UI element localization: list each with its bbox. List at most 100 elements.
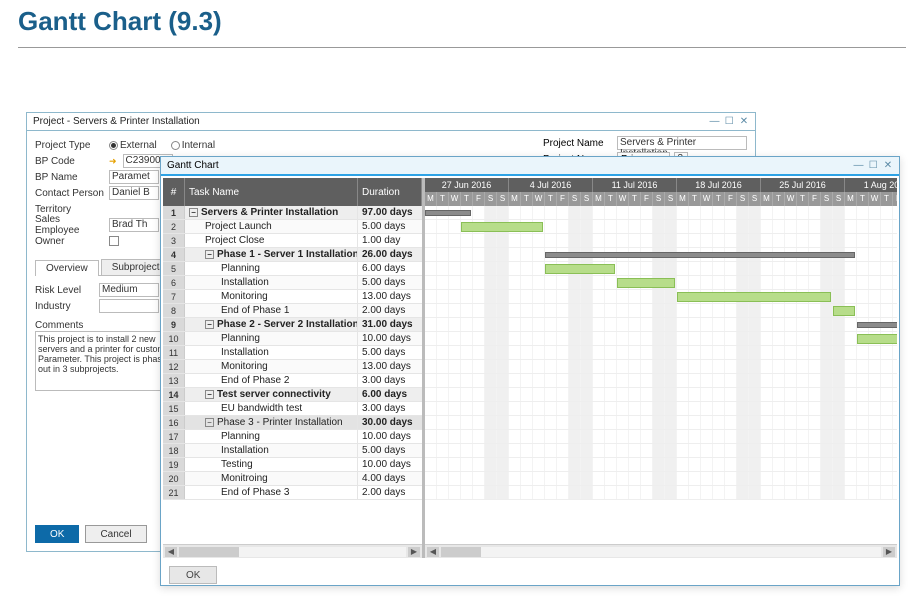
task-number: 4 [163, 248, 185, 261]
gantt-ok-button[interactable]: OK [169, 566, 217, 584]
task-row[interactable]: 12Monitoring13.00 days [163, 360, 422, 374]
owner-label: Owner [35, 236, 105, 247]
task-row[interactable]: 3Project Close1.00 day [163, 234, 422, 248]
scroll-left-icon[interactable]: ◀ [427, 547, 439, 557]
timeline-h-scrollbar[interactable]: ◀ ▶ [425, 544, 897, 558]
task-row[interactable]: 1−Servers & Printer Installation97.00 da… [163, 206, 422, 220]
day-header: W [449, 192, 461, 206]
task-number: 13 [163, 374, 185, 387]
internal-radio[interactable]: Internal [171, 140, 215, 151]
industry-input[interactable] [99, 299, 159, 313]
contact-person-input[interactable]: Daniel B [109, 186, 159, 200]
task-row[interactable]: 18Installation5.00 days [163, 444, 422, 458]
day-header: W [869, 192, 881, 206]
close-icon[interactable]: ✕ [739, 117, 749, 127]
cancel-button[interactable]: Cancel [85, 525, 146, 543]
task-number: 18 [163, 444, 185, 457]
task-number: 12 [163, 360, 185, 373]
day-header: T [773, 192, 785, 206]
task-row[interactable]: 21End of Phase 32.00 days [163, 486, 422, 500]
scroll-right-icon[interactable]: ▶ [883, 547, 895, 557]
task-duration-cell: 97.00 days [358, 206, 422, 219]
task-row[interactable]: 8End of Phase 12.00 days [163, 304, 422, 318]
task-number: 1 [163, 206, 185, 219]
collapse-icon[interactable]: − [205, 418, 214, 427]
task-name-cell: −Phase 1 - Server 1 Installation [185, 248, 358, 261]
day-header: W [533, 192, 545, 206]
gantt-bar[interactable] [617, 278, 675, 288]
task-duration-cell: 1.00 day [358, 234, 422, 247]
day-header: S [749, 192, 761, 206]
close-icon[interactable]: ✕ [883, 161, 893, 171]
task-row[interactable]: 13End of Phase 23.00 days [163, 374, 422, 388]
comments-textarea[interactable]: This project is to install 2 new servers… [35, 331, 180, 391]
timeline-pane: 27 Jun 20164 Jul 201611 Jul 201618 Jul 2… [425, 178, 897, 558]
scrollbar-thumb[interactable] [179, 547, 239, 557]
task-row[interactable]: 16−Phase 3 - Printer Installation30.00 d… [163, 416, 422, 430]
task-name-cell: −Phase 3 - Printer Installation [185, 416, 358, 429]
task-row[interactable]: 6Installation5.00 days [163, 276, 422, 290]
day-header: W [701, 192, 713, 206]
gantt-bar[interactable] [545, 252, 855, 258]
task-number: 8 [163, 304, 185, 317]
timeline-row [425, 290, 897, 304]
gantt-bar[interactable] [857, 334, 897, 344]
minimize-icon[interactable]: — [709, 117, 719, 127]
external-radio[interactable]: External [109, 140, 157, 151]
day-header: W [617, 192, 629, 206]
task-row[interactable]: 20Monitroing4.00 days [163, 472, 422, 486]
owner-checkbox[interactable] [109, 236, 119, 246]
column-header-num[interactable]: # [163, 178, 185, 206]
task-row[interactable]: 11Installation5.00 days [163, 346, 422, 360]
scroll-right-icon[interactable]: ▶ [408, 547, 420, 557]
day-header: T [713, 192, 725, 206]
timeline-row [425, 402, 897, 416]
collapse-icon[interactable]: − [205, 390, 214, 399]
ok-button[interactable]: OK [35, 525, 79, 543]
task-row[interactable]: 4−Phase 1 - Server 1 Installation26.00 d… [163, 248, 422, 262]
day-header: W [785, 192, 797, 206]
bp-name-input[interactable]: Paramet [109, 170, 159, 184]
tab-overview[interactable]: Overview [35, 260, 99, 276]
gantt-bar[interactable] [545, 264, 615, 274]
scroll-left-icon[interactable]: ◀ [165, 547, 177, 557]
scrollbar-thumb[interactable] [441, 547, 481, 557]
task-row[interactable]: 19Testing10.00 days [163, 458, 422, 472]
project-type-label: Project Type [35, 140, 105, 151]
gantt-bar[interactable] [833, 306, 855, 316]
maximize-icon[interactable]: ☐ [868, 161, 878, 171]
timeline-row [425, 248, 897, 262]
task-row[interactable]: 17Planning10.00 days [163, 430, 422, 444]
task-row[interactable]: 10Planning10.00 days [163, 332, 422, 346]
task-row[interactable]: 2Project Launch5.00 days [163, 220, 422, 234]
collapse-icon[interactable]: − [205, 250, 214, 259]
gantt-bar[interactable] [425, 210, 471, 216]
sales-employee-input[interactable]: Brad Th [109, 218, 159, 232]
risk-level-input[interactable]: Medium [99, 283, 159, 297]
task-row[interactable]: 7Monitoring13.00 days [163, 290, 422, 304]
task-duration-cell: 5.00 days [358, 346, 422, 359]
day-header: F [725, 192, 737, 206]
collapse-icon[interactable]: − [189, 208, 198, 217]
maximize-icon[interactable]: ☐ [724, 117, 734, 127]
task-row[interactable]: 14−Test server connectivity6.00 days [163, 388, 422, 402]
sales-employee-label: Sales Employee [35, 214, 105, 236]
gantt-bar[interactable] [857, 322, 897, 328]
timeline-row [425, 430, 897, 444]
minimize-icon[interactable]: — [853, 161, 863, 171]
task-row[interactable]: 5Planning6.00 days [163, 262, 422, 276]
day-header: F [893, 192, 897, 206]
task-row[interactable]: 15EU bandwidth test3.00 days [163, 402, 422, 416]
column-header-duration[interactable]: Duration [358, 178, 422, 206]
project-name-input[interactable]: Servers & Printer Installation [617, 136, 747, 150]
column-header-taskname[interactable]: Task Name [185, 178, 358, 206]
task-h-scrollbar[interactable]: ◀ ▶ [163, 544, 422, 558]
link-arrow-icon[interactable]: ➜ [109, 156, 117, 167]
gantt-bar[interactable] [461, 222, 543, 232]
week-header: 4 Jul 2016 [509, 178, 593, 192]
collapse-icon[interactable]: − [205, 320, 214, 329]
day-header: F [641, 192, 653, 206]
day-header: M [845, 192, 857, 206]
task-row[interactable]: 9−Phase 2 - Server 2 Installation31.00 d… [163, 318, 422, 332]
gantt-bar[interactable] [677, 292, 831, 302]
